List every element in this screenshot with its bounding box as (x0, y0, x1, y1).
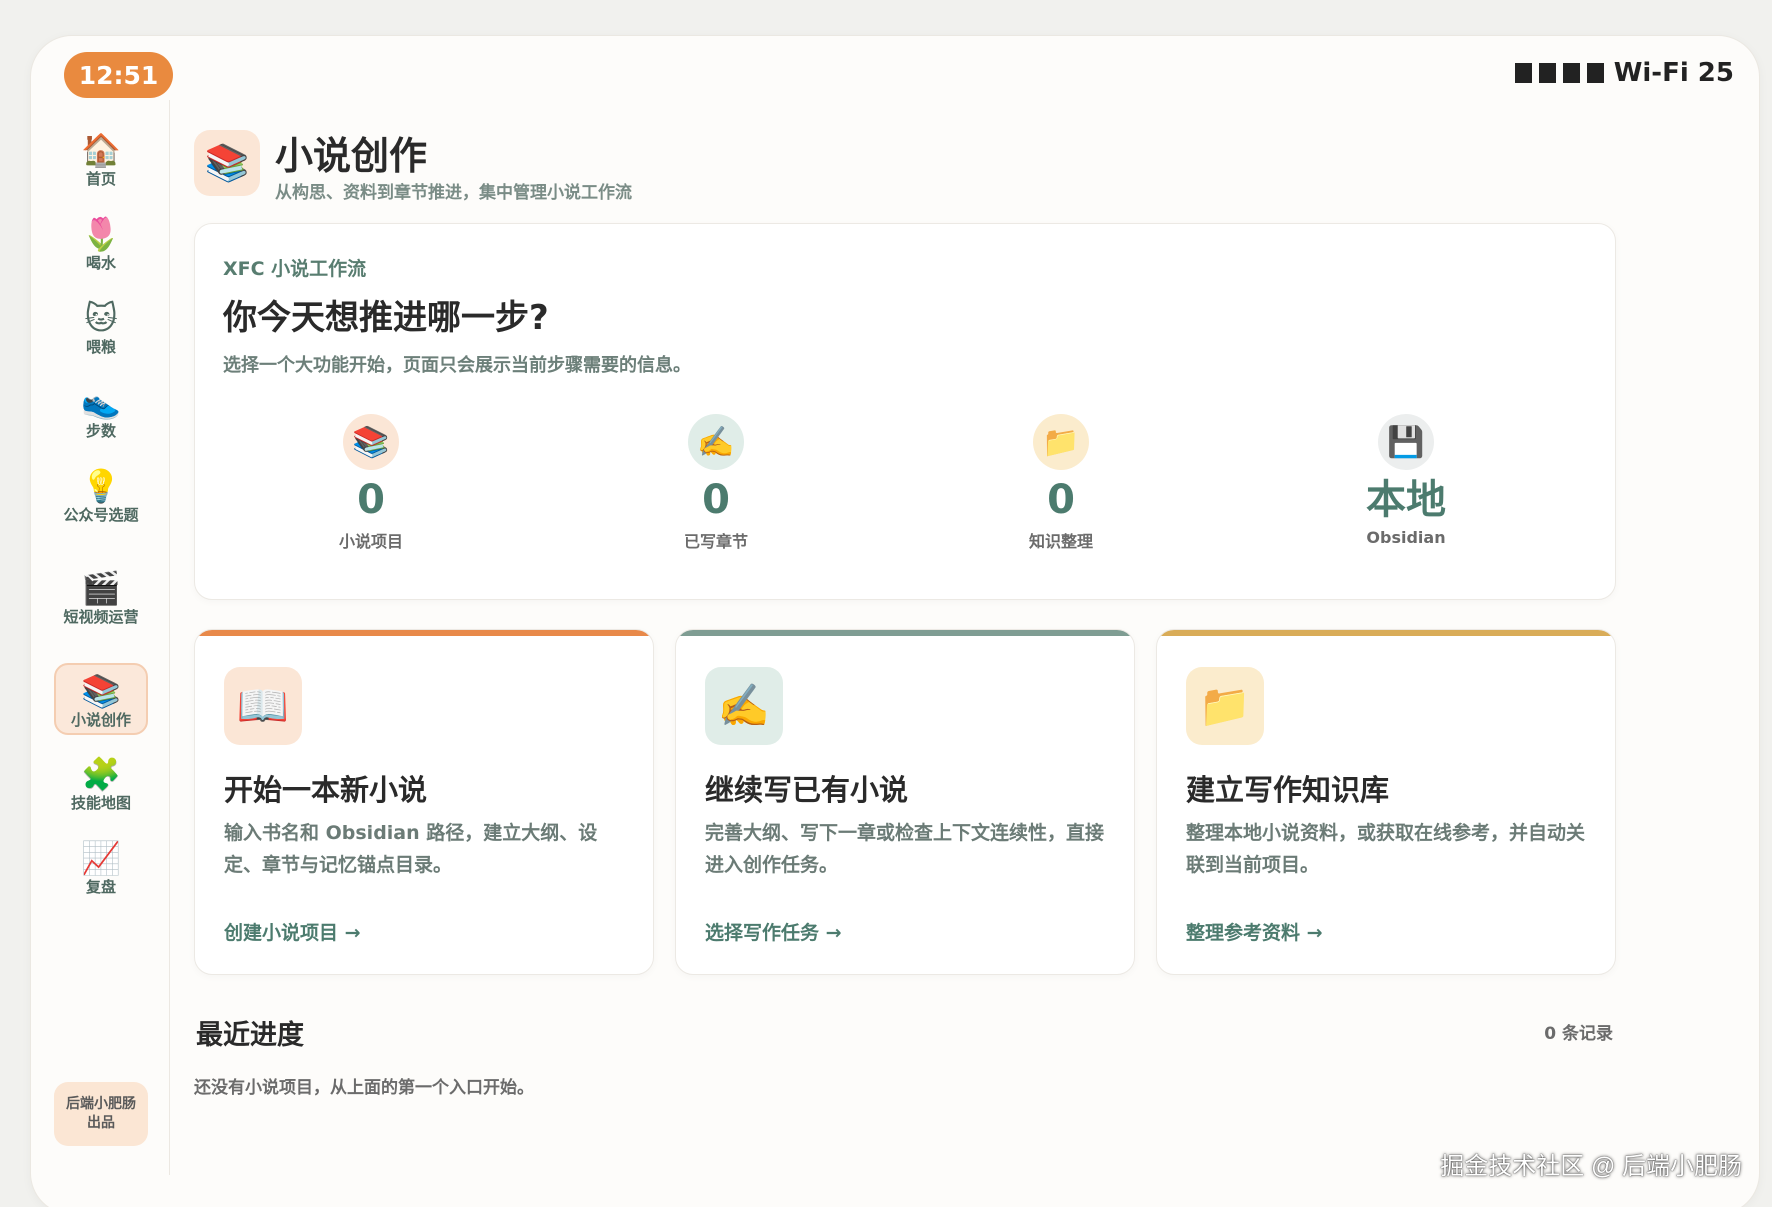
chart-icon: 📈 (81, 839, 121, 877)
sidebar-item-label: 技能地图 (70, 794, 131, 812)
writing-hand-icon: ✍️ (705, 667, 783, 745)
clapperboard-icon: 🎬 (81, 569, 121, 607)
sidebar-item-home[interactable]: 🏠 首页 (54, 130, 148, 188)
cat-icon: 🐱 (84, 299, 118, 337)
hero-kicker: XFC 小说工作流 (223, 258, 367, 280)
card-title: 建立写作知识库 (1186, 773, 1390, 807)
page-title: 小说创作 (275, 134, 428, 178)
stat-value: 0 (357, 477, 385, 523)
house-icon: 🏠 (81, 131, 121, 169)
sidebar-item-label: 复盘 (85, 878, 116, 896)
folder-icon: 📁 (1186, 667, 1264, 745)
page-subtitle: 从构思、资料到章节推进，集中管理小说工作流 (275, 183, 632, 203)
sidebar-item-label: 小说创作 (70, 711, 131, 729)
status-time: 12:51 (64, 52, 173, 98)
card-title: 继续写已有小说 (705, 773, 909, 807)
floppy-disk-icon: 💾 (1378, 414, 1434, 470)
brand-badge-text: 后端小肥肠出品 (66, 1096, 136, 1131)
open-book-icon: 📖 (224, 667, 302, 745)
stat-novel-projects: 📚 0 小说项目 (271, 414, 471, 552)
stat-label: 知识整理 (1028, 532, 1093, 551)
card-description: 整理本地小说资料，或获取在线参考，并自动关联到当前项目。 (1186, 822, 1586, 876)
stat-value: 0 (1047, 477, 1075, 523)
stat-label: 已写章节 (683, 532, 748, 551)
stat-value: 0 (702, 477, 730, 523)
sidebar-item-review[interactable]: 📈 复盘 (54, 838, 148, 896)
stat-storage: 💾 本地 Obsidian (1306, 414, 1506, 547)
card-accent-bar (676, 630, 1134, 636)
card-accent-bar (195, 630, 653, 636)
sidebar-item-water[interactable]: 🌷 喝水 (54, 214, 148, 272)
select-writing-task-link[interactable]: 选择写作任务 → (705, 918, 842, 945)
network-label: Wi-Fi 25 (1613, 58, 1734, 88)
sidebar-item-novel[interactable]: 📚 小说创作 (54, 663, 148, 735)
card-continue-novel[interactable]: ✍️ 继续写已有小说 完善大纲、写下一章或检查上下文连续性，直接进入创作任务。 … (675, 629, 1135, 975)
sidebar-item-steps[interactable]: 👟 步数 (54, 382, 148, 440)
sidebar-item-skills[interactable]: 🧩 技能地图 (54, 754, 148, 812)
lightbulb-icon: 💡 (81, 467, 121, 505)
books-icon: 📚 (343, 414, 399, 470)
tulip-icon: 🌷 (81, 215, 121, 253)
workflow-overview-panel: XFC 小说工作流 你今天想推进哪一步? 选择一个大功能开始，页面只会展示当前步… (194, 223, 1616, 600)
sidebar-item-label: 公众号选题 (63, 506, 139, 524)
brand-badge: 后端小肥肠出品 (54, 1082, 148, 1146)
sidebar-item-label: 首页 (85, 170, 116, 188)
sidebar-item-label: 短视频运营 (63, 608, 139, 626)
recent-record-count: 0 条记录 (1544, 1024, 1613, 1044)
folder-icon: 📁 (1033, 414, 1089, 470)
shoe-icon: 👟 (81, 383, 121, 421)
sidebar-item-label: 喝水 (85, 254, 116, 272)
sidebar-item-feed[interactable]: 🐱 喂粮 (54, 298, 148, 356)
card-accent-bar (1157, 630, 1615, 636)
card-knowledge-base[interactable]: 📁 建立写作知识库 整理本地小说资料，或获取在线参考，并自动关联到当前项目。 整… (1156, 629, 1616, 975)
status-indicators: Wi-Fi 25 (1514, 58, 1734, 88)
stat-written-chapters: ✍️ 0 已写章节 (616, 414, 816, 552)
organize-references-link[interactable]: 整理参考资料 → (1186, 918, 1323, 945)
sidebar-item-topics[interactable]: 💡 公众号选题 (54, 466, 148, 524)
sidebar-item-label: 喂粮 (85, 338, 116, 356)
create-novel-project-link[interactable]: 创建小说项目 → (224, 918, 361, 945)
watermark: 掘金技术社区 @ 后端小肥肠 (1440, 1153, 1742, 1180)
writing-hand-icon: ✍️ (688, 414, 744, 470)
hero-description: 选择一个大功能开始，页面只会展示当前步骤需要的信息。 (223, 355, 691, 376)
stat-label: 小说项目 (338, 532, 403, 551)
books-icon: 📚 (81, 672, 121, 710)
card-new-novel[interactable]: 📖 开始一本新小说 输入书名和 Obsidian 路径，建立大纲、设定、章节与记… (194, 629, 654, 975)
recent-empty-state: 还没有小说项目，从上面的第一个入口开始。 (194, 1078, 534, 1098)
sidebar: 🏠 首页 🌷 喝水 🐱 喂粮 👟 步数 💡 公众号选题 🎬 短视频运营 📚 小说… (34, 100, 170, 1175)
card-description: 输入书名和 Obsidian 路径，建立大纲、设定、章节与记忆锚点目录。 (224, 822, 598, 876)
signal-strength-icon (1514, 63, 1604, 83)
hero-title: 你今天想推进哪一步? (223, 298, 549, 338)
card-description: 完善大纲、写下一章或检查上下文连续性，直接进入创作任务。 (705, 822, 1105, 876)
books-icon: 📚 (194, 130, 260, 196)
stat-label: Obsidian (1366, 528, 1446, 547)
recent-progress-title: 最近进度 (196, 1020, 304, 1051)
stat-value: 本地 (1366, 477, 1446, 523)
stat-knowledge: 📁 0 知识整理 (961, 414, 1161, 552)
card-title: 开始一本新小说 (224, 773, 428, 807)
sidebar-item-video[interactable]: 🎬 短视频运营 (54, 568, 148, 626)
puzzle-icon: 🧩 (81, 755, 121, 793)
sidebar-item-label: 步数 (85, 422, 116, 440)
